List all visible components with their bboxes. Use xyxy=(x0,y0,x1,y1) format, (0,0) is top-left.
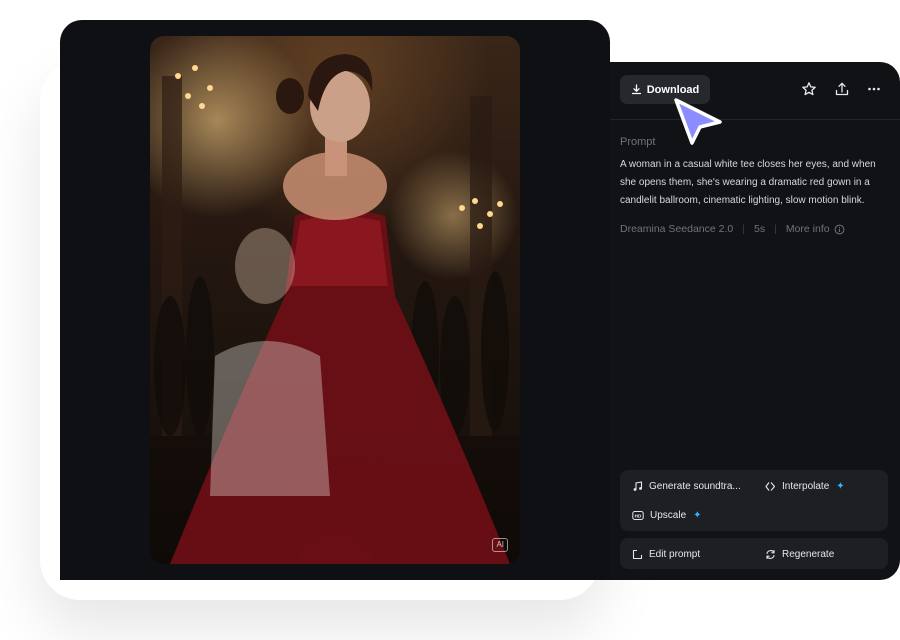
music-note-icon xyxy=(633,480,643,491)
download-label: Download xyxy=(646,83,700,96)
sparkle-icon: ✦ xyxy=(693,509,702,521)
info-icon[interactable] xyxy=(834,224,845,235)
hd-icon: HD xyxy=(632,510,644,520)
sparkle-icon: ✦ xyxy=(836,480,845,492)
prompt-text: A woman in a casual white tee closes her… xyxy=(620,159,876,206)
duration: 5s xyxy=(753,223,766,235)
model-name: Dreamina Seedance 2.0 xyxy=(620,223,734,235)
regenerate-label: Regenerate xyxy=(782,548,835,560)
ai-generated-badge: AI xyxy=(492,538,508,552)
svg-text:HD: HD xyxy=(635,513,642,518)
meta-separator: | xyxy=(742,223,745,235)
interpolate-label: Interpolate xyxy=(782,480,830,492)
star-icon[interactable] xyxy=(800,80,818,98)
regenerate-button[interactable]: Regenerate xyxy=(765,546,834,562)
meta-separator: | xyxy=(774,223,777,235)
upscale-label: Upscale xyxy=(650,509,687,521)
generate-soundtrack-label: Generate soundtra... xyxy=(649,480,741,492)
video-preview[interactable]: AI xyxy=(150,36,520,564)
prompt-actions: Edit prompt Regenerate xyxy=(620,538,888,569)
edit-prompt-label: Edit prompt xyxy=(649,548,701,560)
regenerate-icon xyxy=(766,549,775,559)
edit-prompt-button[interactable]: Edit prompt xyxy=(632,546,700,562)
upscale-button[interactable]: HD Upscale ✦ xyxy=(632,507,702,523)
enhance-actions: Generate soundtra... Interpolate ✦ HD Up… xyxy=(620,470,888,531)
generation-meta: Dreamina Seedance 2.0 | 5s | More info xyxy=(620,223,845,235)
ballroom-scene-image xyxy=(150,54,520,564)
prompt-label: Prompt xyxy=(620,136,656,148)
download-icon xyxy=(631,84,641,95)
interpolate-icon xyxy=(765,481,776,491)
details-panel: Download Prompt A woman in a casual whit… xyxy=(610,62,900,580)
share-icon[interactable] xyxy=(833,80,851,98)
more-info-link[interactable]: More info xyxy=(786,223,830,235)
generate-soundtrack-button[interactable]: Generate soundtra... xyxy=(632,478,741,494)
more-icon[interactable] xyxy=(865,80,883,98)
toolbar: Download xyxy=(610,62,900,120)
edit-icon xyxy=(632,549,643,559)
mouse-pointer-icon xyxy=(674,98,722,145)
interpolate-button[interactable]: Interpolate ✦ xyxy=(765,478,845,494)
